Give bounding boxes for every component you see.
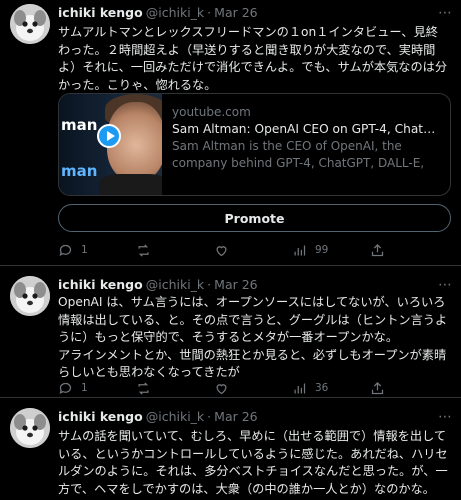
tweet-header: ichiki kengo @ichiki_k · Mar 26 [58, 408, 258, 426]
author-name[interactable]: ichiki kengo [58, 277, 143, 292]
card-thumbnail: man man [59, 94, 162, 195]
views-button[interactable]: 99 [292, 241, 370, 259]
reply-count: 1 [81, 244, 88, 256]
tweet-time[interactable]: Mar 26 [214, 409, 257, 424]
author-handle[interactable]: @ichiki_k [146, 5, 204, 20]
views-icon [294, 383, 306, 393]
avatar[interactable] [10, 276, 50, 316]
card-description: Sam Altman is the CEO of OpenAI, the com… [172, 139, 425, 170]
views-button[interactable]: 36 [292, 379, 370, 397]
author-name[interactable]: ichiki kengo [58, 409, 143, 424]
more-icon[interactable]: ⋯ [438, 276, 453, 294]
share-button[interactable] [370, 241, 390, 259]
like-icon [216, 383, 227, 394]
tweet-time[interactable]: Mar 26 [214, 5, 257, 20]
views-count: 99 [315, 244, 329, 256]
reply-button[interactable]: 1 [58, 379, 136, 397]
views-icon [294, 245, 306, 255]
retweet-button[interactable] [136, 379, 214, 397]
reply-button[interactable]: 1 [58, 241, 136, 259]
thumbnail-text-top: man [61, 116, 98, 134]
more-icon[interactable]: ⋯ [438, 408, 453, 426]
avatar[interactable] [10, 4, 50, 44]
promote-button[interactable]: Promote [58, 204, 451, 232]
link-card[interactable]: man man youtube.com Sam Altman: OpenAI C… [58, 93, 451, 196]
more-icon[interactable]: ⋯ [438, 4, 453, 22]
like-button[interactable] [214, 241, 292, 259]
author-name[interactable]: ichiki kengo [58, 5, 143, 20]
action-bar: 1 36 [58, 379, 448, 397]
timeline: ichiki kengo @ichiki_k · Mar 26 ⋯ サムアルトマンとレ… [0, 0, 461, 500]
play-icon[interactable] [97, 124, 121, 148]
tweet-header: ichiki kengo @ichiki_k · Mar 26 [58, 276, 258, 294]
retweet-icon [138, 243, 149, 257]
tweet-text: サムの話を聞いていて、むしろ、早めに（出せる範囲で）情報を出している、というかコ… [58, 429, 448, 496]
views-count: 36 [315, 382, 329, 394]
reply-count: 1 [81, 382, 88, 394]
tweet[interactable]: ichiki kengo @ichiki_k · Mar 26 ⋯ OpenAI は、… [0, 266, 461, 398]
like-icon [216, 245, 227, 256]
separator-dot: · [207, 277, 212, 292]
thumbnail-text-bottom: man [61, 162, 98, 180]
share-button[interactable] [370, 379, 390, 397]
retweet-button[interactable] [136, 241, 214, 259]
author-handle[interactable]: @ichiki_k [146, 277, 204, 292]
share-icon [371, 243, 384, 256]
reply-icon [59, 244, 72, 256]
tweet-text: OpenAI は、サム言うには、オープンソースにはしてないが、いろいろ情報は出し… [58, 295, 448, 380]
share-icon [371, 381, 384, 394]
avatar[interactable] [10, 408, 50, 448]
separator-dot: · [207, 409, 212, 424]
card-body: youtube.com Sam Altman: OpenAI CEO on GP… [172, 104, 442, 172]
tweet[interactable]: ichiki kengo @ichiki_k · Mar 26 ⋯ サムの話を聞いてい… [0, 398, 461, 500]
card-domain: youtube.com [172, 105, 251, 119]
tweet[interactable]: ichiki kengo @ichiki_k · Mar 26 ⋯ サムアルトマンとレ… [0, 0, 461, 266]
action-bar: 1 99 [58, 241, 448, 259]
reply-icon [59, 382, 72, 394]
separator-dot: · [207, 5, 212, 20]
tweet-time[interactable]: Mar 26 [214, 277, 257, 292]
card-title: Sam Altman: OpenAI CEO on GPT-4, ChatGPT… [172, 122, 442, 136]
retweet-icon [138, 381, 149, 395]
tweet-text: サムアルトマンとレックスフリードマンの１on１インタビュー、見終わった。２時間超… [58, 25, 448, 92]
like-button[interactable] [214, 379, 292, 397]
tweet-header: ichiki kengo @ichiki_k · Mar 26 [58, 4, 258, 22]
author-handle[interactable]: @ichiki_k [146, 409, 204, 424]
